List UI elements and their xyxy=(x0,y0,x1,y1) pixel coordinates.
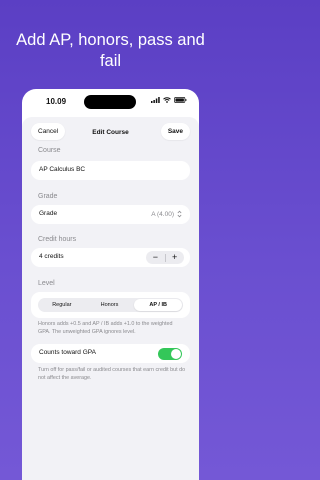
wifi-icon xyxy=(163,97,171,103)
chevron-up-down-icon xyxy=(177,210,182,218)
edit-course-sheet: Cancel Edit Course Save Course AP Calcul… xyxy=(22,117,199,480)
level-section-label: Level xyxy=(38,280,55,287)
grade-section-label: Grade xyxy=(38,193,58,200)
sheet-navbar: Cancel Edit Course Save xyxy=(22,117,199,147)
gpa-help-text: Turn off for pass/fail or audited course… xyxy=(38,367,186,381)
credit-hours-value: 4 credits xyxy=(39,253,64,260)
credit-hours-section-label: Credit hours xyxy=(38,236,77,243)
cellular-signal-icon xyxy=(151,97,160,103)
battery-icon xyxy=(174,97,187,103)
grade-value: A (4.00) xyxy=(151,210,174,218)
promo-headline: Add AP, honors, pass and fail xyxy=(16,31,205,70)
phone-frame: 10.09 Cancel Edit Course Save Course AP … xyxy=(22,89,199,480)
course-name-value: AP Calculus BC xyxy=(39,166,86,173)
level-help-text: Honors adds +0.5 and AP / IB adds +1.0 t… xyxy=(38,321,173,335)
status-icons xyxy=(151,97,187,103)
gpa-toggle-row: Counts toward GPA xyxy=(31,344,190,363)
increment-button[interactable]: + xyxy=(165,251,184,264)
course-name-field[interactable]: AP Calculus BC xyxy=(31,161,190,180)
gpa-toggle-label: Counts toward GPA xyxy=(39,349,96,356)
credit-hours-stepper[interactable]: − + xyxy=(146,251,184,264)
level-segmented-control: Regular Honors AP / IB xyxy=(38,298,183,312)
level-option-regular[interactable]: Regular xyxy=(38,298,86,312)
save-button[interactable]: Save xyxy=(160,123,190,140)
toggle-knob xyxy=(171,349,181,359)
grade-value-group: A (4.00) xyxy=(151,210,182,218)
dynamic-island xyxy=(84,95,136,109)
credit-hours-field: 4 credits − + xyxy=(31,248,190,267)
level-option-honors[interactable]: Honors xyxy=(86,298,134,312)
decrement-button[interactable]: − xyxy=(146,251,165,264)
status-time: 10.09 xyxy=(46,97,67,106)
level-option-ap-ib[interactable]: AP / IB xyxy=(134,299,183,311)
grade-picker[interactable]: Grade A (4.00) xyxy=(31,205,190,224)
grade-field-label: Grade xyxy=(39,210,58,217)
level-control: Regular Honors AP / IB xyxy=(31,292,190,318)
course-section-label: Course xyxy=(38,147,61,154)
status-bar: 10.09 xyxy=(22,89,199,117)
counts-toward-gpa-toggle[interactable] xyxy=(158,348,182,360)
